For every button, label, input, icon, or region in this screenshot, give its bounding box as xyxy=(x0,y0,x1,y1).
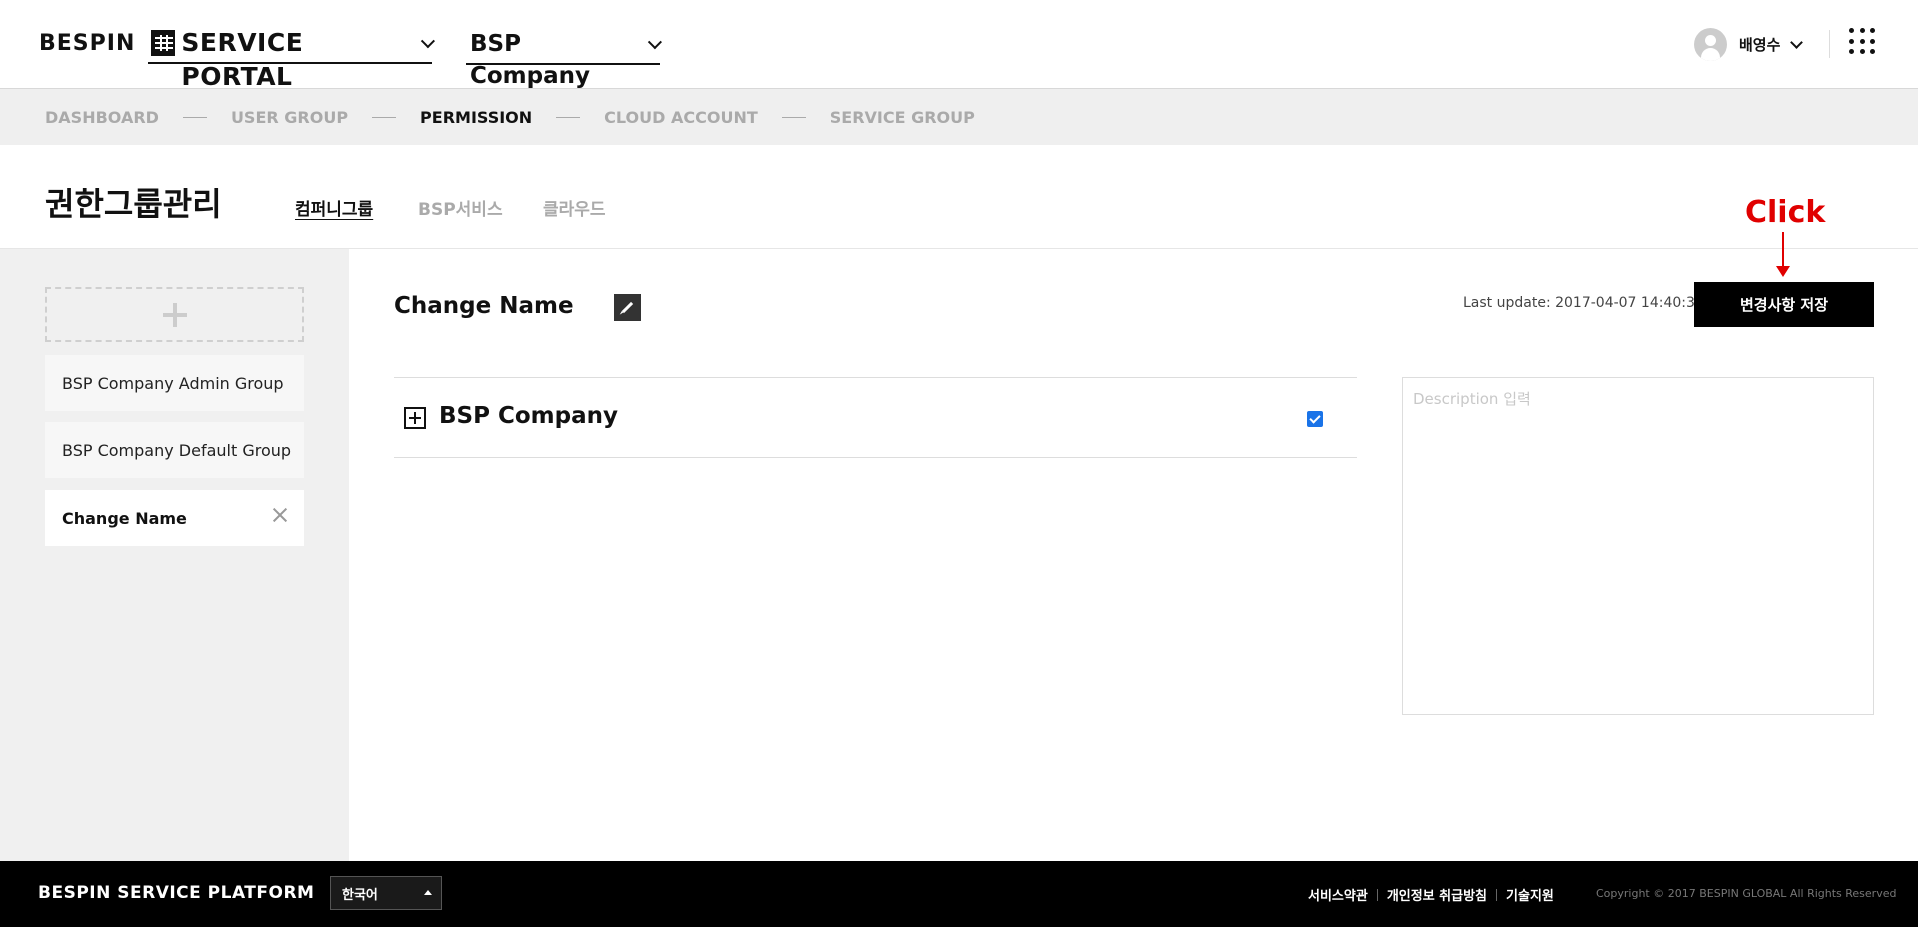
chevron-down-icon xyxy=(420,34,435,48)
nav-separator xyxy=(556,116,581,118)
save-changes-button[interactable]: 변경사항 저장 xyxy=(1694,282,1874,327)
nav-user-group[interactable]: USER GROUP xyxy=(231,108,348,127)
sidebar-item-admin-group[interactable]: BSP Company Admin Group xyxy=(45,355,304,411)
footer: BESPIN SERVICE PLATFORM 한국어 서비스약관 개인정보 취… xyxy=(0,861,1918,927)
sidebar-item-label: BSP Company Admin Group xyxy=(62,373,284,393)
portal-title: SERVICE PORTAL xyxy=(181,28,304,91)
chevron-down-icon xyxy=(648,35,663,49)
annotation-arrow-head xyxy=(1776,266,1790,277)
tree-root-label: BSP Company xyxy=(439,403,618,429)
user-name: 배영수 xyxy=(1739,36,1781,54)
sidebar-item-change-name[interactable]: Change Name xyxy=(45,490,304,546)
bespin-logo[interactable]: BESPIN xyxy=(39,31,135,56)
app-launcher-icon[interactable] xyxy=(1849,28,1881,60)
permission-tree: BSP Company xyxy=(394,377,1357,458)
header-divider xyxy=(1829,30,1830,58)
footer-link-separator xyxy=(1376,888,1378,901)
service-portal-dropdown[interactable]: SERVICE PORTAL xyxy=(148,26,435,91)
page-title: 권한그룹관리 xyxy=(45,185,222,223)
tab-company-group[interactable]: 컴퍼니그룹 xyxy=(295,195,373,220)
footer-link-support[interactable]: 기술지원 xyxy=(1506,885,1554,904)
main-nav: DASHBOARD USER GROUP PERMISSION CLOUD AC… xyxy=(0,89,1918,145)
expand-plus-icon[interactable] xyxy=(404,407,426,429)
annotation-arrow-line xyxy=(1782,232,1784,268)
caret-up-icon xyxy=(424,890,432,895)
company-dropdown[interactable]: BSP Company xyxy=(466,28,663,89)
tree-root-checkbox[interactable] xyxy=(1307,411,1323,427)
nav-permission[interactable]: PERMISSION xyxy=(420,108,532,127)
company-name: BSP Company xyxy=(470,31,590,89)
language-select[interactable]: 한국어 xyxy=(330,876,442,910)
last-update-text: Last update: 2017-04-07 14:40:31 xyxy=(1463,295,1704,311)
group-name-title: Change Name xyxy=(394,293,574,319)
edit-name-button[interactable] xyxy=(614,294,641,321)
group-sidebar: BSP Company Admin Group BSP Company Defa… xyxy=(0,249,349,861)
nav-separator xyxy=(781,116,806,118)
page-title-bar: 권한그룹관리 컴퍼니그룹 BSP서비스 클라우드 xyxy=(0,145,1918,249)
nav-dashboard[interactable]: DASHBOARD xyxy=(45,108,159,127)
footer-link-separator xyxy=(1496,888,1498,901)
footer-link-terms[interactable]: 서비스약관 xyxy=(1308,885,1368,904)
nav-cloud-account[interactable]: CLOUD ACCOUNT xyxy=(604,108,758,127)
avatar xyxy=(1694,28,1727,61)
description-input[interactable] xyxy=(1402,377,1874,715)
user-menu[interactable]: 배영수 xyxy=(1694,28,1804,61)
footer-link-privacy[interactable]: 개인정보 취급방침 xyxy=(1387,885,1487,904)
plus-icon xyxy=(162,302,187,327)
copyright-text: Copyright © 2017 BESPIN GLOBAL All Right… xyxy=(1596,887,1897,900)
tab-bsp-service[interactable]: BSP서비스 xyxy=(418,195,503,220)
footer-links: 서비스약관 개인정보 취급방침 기술지원 xyxy=(1308,885,1554,904)
top-header: BESPIN SERVICE PORTAL BSP Company 배영수 xyxy=(0,0,1918,91)
portal-grid-icon xyxy=(151,30,176,56)
close-icon[interactable] xyxy=(272,507,288,523)
sidebar-item-label: Change Name xyxy=(62,508,187,528)
nav-service-group[interactable]: SERVICE GROUP xyxy=(830,108,975,127)
nav-separator xyxy=(372,116,397,118)
pencil-icon xyxy=(621,301,634,314)
sidebar-item-default-group[interactable]: BSP Company Default Group xyxy=(45,422,304,478)
footer-brand: BESPIN SERVICE PLATFORM xyxy=(38,883,315,903)
add-group-button[interactable] xyxy=(45,287,304,342)
click-annotation: Click xyxy=(1745,195,1826,230)
sidebar-item-label: BSP Company Default Group xyxy=(62,440,292,460)
chevron-down-icon xyxy=(1790,36,1804,49)
language-label: 한국어 xyxy=(342,887,378,903)
nav-separator xyxy=(182,116,207,118)
tab-cloud[interactable]: 클라우드 xyxy=(543,195,606,220)
